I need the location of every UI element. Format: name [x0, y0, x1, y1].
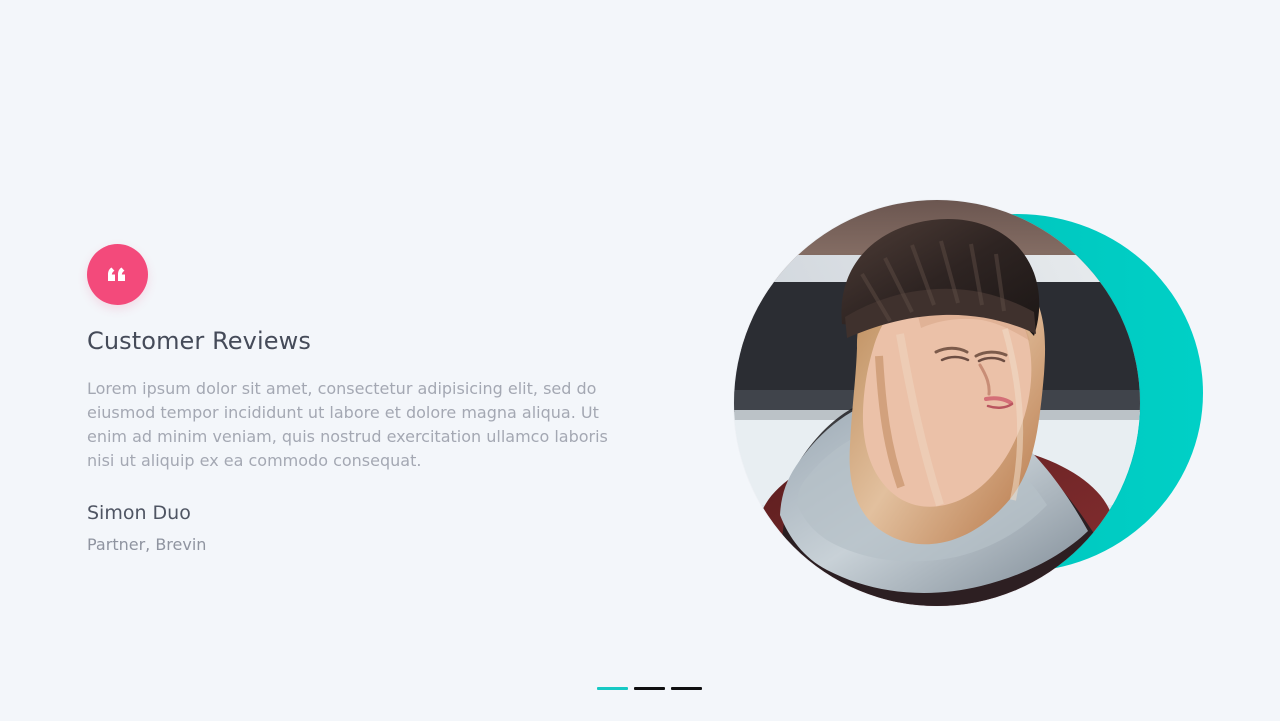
woman-portrait [734, 200, 1140, 606]
reviewer-name: Simon Duo [87, 502, 191, 524]
quote-icon [107, 266, 129, 284]
review-text: Lorem ipsum dolor sit amet, consectetur … [87, 379, 608, 470]
carousel-pagination [597, 687, 702, 690]
pagination-dash-3[interactable] [671, 687, 702, 690]
reviewer-role: Partner, Brevin [87, 535, 207, 554]
review-title: Customer Reviews [87, 327, 311, 355]
quote-badge [87, 244, 148, 305]
pagination-dash-2[interactable] [634, 687, 665, 690]
reviews-page: Customer Reviews Lorem ipsum dolor sit a… [0, 0, 1280, 721]
pagination-dash-1[interactable] [597, 687, 628, 690]
